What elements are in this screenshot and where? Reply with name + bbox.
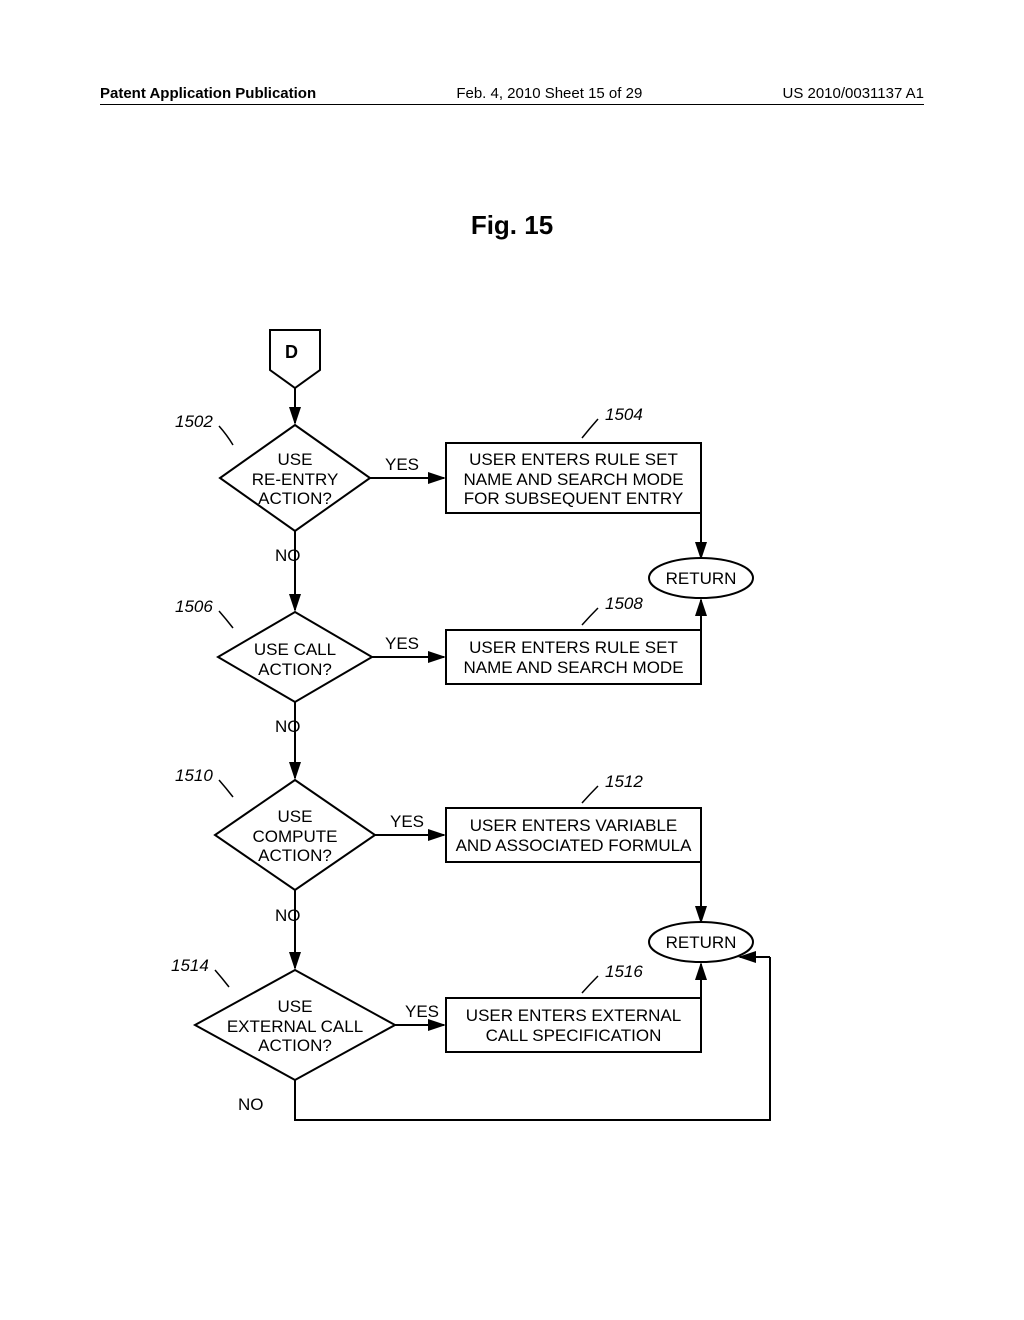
ref-1502: 1502 [175,412,213,432]
ref-1508: 1508 [605,594,643,614]
terminal-return-1: RETURN [665,569,737,589]
process-1516-text: USER ENTERS EXTERNAL CALL SPECIFICATION [452,1006,695,1045]
decision-call-text: USE CALL ACTION? [240,640,350,679]
yes-1: YES [385,455,419,475]
yes-4: YES [405,1002,439,1022]
no-4: NO [238,1095,264,1115]
no-3: NO [275,906,301,926]
ref-1512: 1512 [605,772,643,792]
decision-compute-text: USE COMPUTE ACTION? [245,807,345,866]
no-2: NO [275,717,301,737]
yes-3: YES [390,812,424,832]
ref-1516: 1516 [605,962,643,982]
ref-1504: 1504 [605,405,643,425]
ref-1506: 1506 [175,597,213,617]
decision-reentry-text: USE RE-ENTRY ACTION? [245,450,345,509]
connector-d-label: D [285,342,298,363]
terminal-return-2: RETURN [665,933,737,953]
decision-external-text: USE EXTERNAL CALL ACTION? [220,997,370,1056]
process-1512-text: USER ENTERS VARIABLE AND ASSOCIATED FORM… [452,816,695,855]
yes-2: YES [385,634,419,654]
no-1: NO [275,546,301,566]
process-1504-text: USER ENTERS RULE SET NAME AND SEARCH MOD… [452,450,695,509]
process-1508-text: USER ENTERS RULE SET NAME AND SEARCH MOD… [452,638,695,677]
ref-1514: 1514 [171,956,209,976]
ref-1510: 1510 [175,766,213,786]
